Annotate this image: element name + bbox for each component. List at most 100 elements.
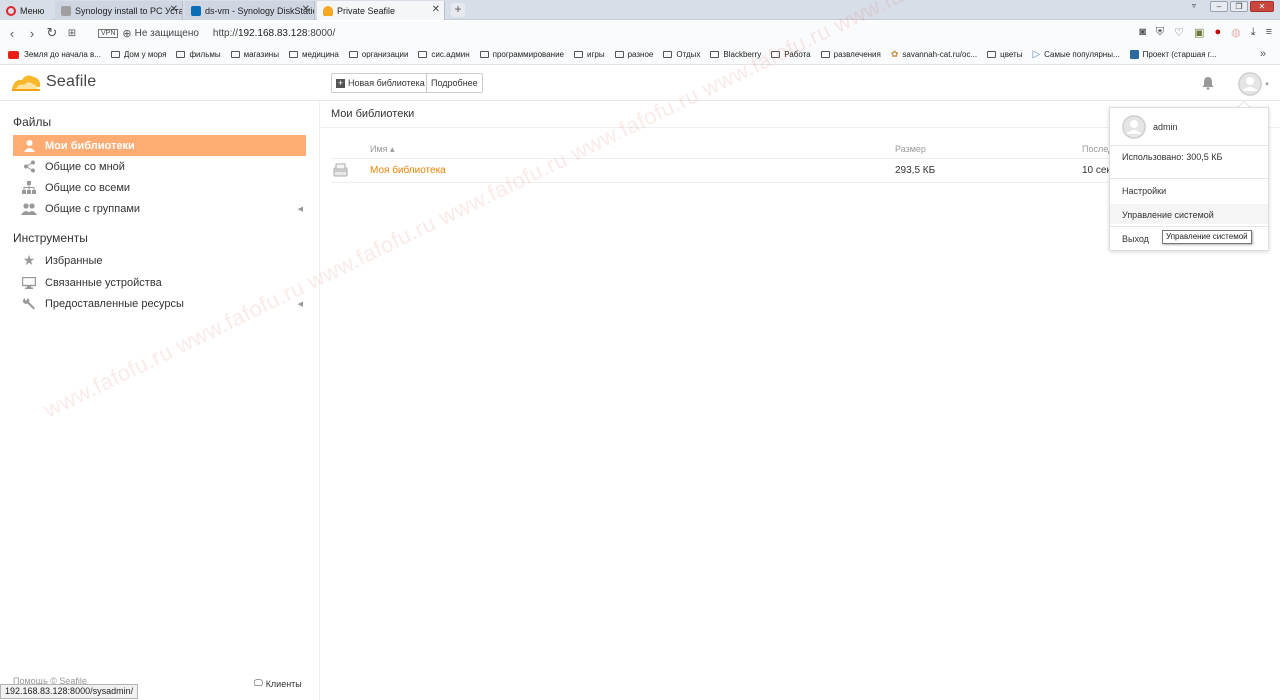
maximize-button[interactable]: ❐ [1230,1,1248,12]
sidebar-item-label: Общие с группами [45,202,141,215]
bookmark-label: Проект (старшая г... [1142,50,1217,59]
browser-tab-bar: Меню Synology install to PC Уста ✕ ds-vm… [0,0,1280,20]
bookmark-label: savannah-cat.ru/ос... [902,50,978,59]
column-header-name[interactable]: Имя ▴ [370,144,395,155]
user-avatar-button[interactable] [1238,72,1262,96]
folder-icon [176,51,186,58]
security-status[interactable]: Не защищено [135,28,199,39]
caret-left-icon[interactable]: ◀ [298,300,303,308]
tab-close-icon[interactable]: ✕ [170,4,178,15]
extension-icon[interactable]: ▣ [1194,26,1204,39]
tab-title: ds-vm - Synology DiskStatio [205,5,315,16]
bookmark-item[interactable]: Земля до начала в... [8,50,101,59]
tab-close-icon[interactable]: ✕ [302,4,310,15]
folder-icon [479,51,489,58]
bookmark-folder[interactable]: фильмы [176,50,221,59]
chevron-down-icon[interactable]: ▼ [1264,82,1270,88]
bookmark-folder[interactable]: магазины [230,50,279,59]
url-field[interactable]: http://192.168.83.128:8000/ [213,28,335,39]
bookmark-folder[interactable]: программирование [479,50,564,59]
tab-title: Synology install to PC Уста [75,5,183,16]
details-button[interactable]: Подробнее [426,73,483,93]
folder-icon [418,51,428,58]
logout-menu-item[interactable]: Выход [1122,234,1149,244]
browser-menu-button[interactable]: Меню [0,1,52,20]
sidebar-item-my-libraries[interactable]: Мои библиотеки [13,135,306,156]
new-tab-button[interactable]: + [451,3,465,17]
back-icon[interactable]: ‹ [2,26,22,41]
bookmark-folder[interactable]: цветы [987,50,1022,59]
heart-icon[interactable]: ♡ [1174,26,1184,39]
sidebar-item-linked-devices[interactable]: Связанные устройства [13,272,306,293]
folder-icon [288,51,298,58]
close-window-button[interactable]: ✕ [1250,1,1274,12]
opera-logo-icon [6,5,16,16]
system-admin-menu-item[interactable]: Управление системой [1122,210,1214,220]
bookmark-folder[interactable]: Отдых [663,50,700,59]
browser-tab-ds-vm[interactable]: ds-vm - Synology DiskStatio ✕ [185,1,315,20]
cat-paw-icon: ✿ [890,49,899,59]
tab-favicon-icon [61,5,71,16]
folder-icon [348,51,358,58]
bookmark-folder[interactable]: организации [348,50,408,59]
browser-tab-synology-install[interactable]: Synology install to PC Уста ✕ [55,1,183,20]
browser-tab-private-seafile[interactable]: Private Seafile ✕ [317,1,445,20]
seafile-logo[interactable]: Seafile [10,71,96,93]
youtube-icon [8,50,19,59]
minimize-button[interactable]: – [1210,1,1228,12]
tools-heading: Инструменты [13,231,88,245]
tab-favicon-icon [191,5,201,16]
sidebar-item-shared-resources[interactable]: Предоставленные ресурсы ◀ [13,293,306,314]
seafile-logo-icon [12,75,41,91]
monitor-icon [13,276,45,289]
bookmark-item[interactable]: ▷ Самые популярны... [1032,49,1119,60]
vpn-badge[interactable]: VPN [98,28,119,38]
bookmarks-more-icon[interactable]: » [1260,48,1266,60]
caret-left-icon[interactable]: ◀ [298,205,303,213]
files-heading: Файлы [13,115,52,129]
bookmark-folder[interactable]: разное [614,50,653,59]
download-icon[interactable]: ⤓ [1251,26,1256,39]
library-name-link[interactable]: Моя библиотека [370,165,446,176]
settings-menu-item[interactable]: Настройки [1122,186,1166,196]
new-library-button[interactable]: + Новая библиотека [331,73,430,93]
bookmark-folder[interactable]: Blackberry [710,50,761,59]
clients-link[interactable]: 🖵 Клиенты [254,678,302,689]
tab-menu-icon[interactable]: ▿ [1185,1,1203,12]
bell-icon[interactable] [1201,76,1215,90]
url-prefix: http:// [212,27,238,39]
bookmark-folder[interactable]: сис.админ [418,50,470,59]
bookmark-folder[interactable]: Дом у моря [110,50,166,59]
extension-icon-2[interactable]: ◍ [1231,26,1241,39]
camera-icon[interactable]: ◙ [1139,26,1146,39]
sidebar-item-favorites[interactable]: ★ Избранные [13,250,306,271]
new-library-label: Новая библиотека [348,78,425,88]
forward-icon[interactable]: › [22,26,42,41]
folder-icon [987,51,997,58]
tab-favicon-icon [323,5,333,16]
adblock-icon[interactable]: ● [1214,26,1221,39]
bookmark-item[interactable]: ✿ savannah-cat.ru/ос... [891,49,977,60]
monitor-icon: 🖵 [254,678,263,688]
avatar [1122,115,1146,139]
user-icon [13,139,45,152]
settings-menu-icon[interactable]: ≡ [1266,26,1272,39]
bookmark-folder[interactable]: Работа [771,50,811,59]
avatar-icon [1238,72,1262,96]
bookmarks-bar: Земля до начала в... Дом у моря фильмы м… [0,45,1280,65]
bookmark-folder[interactable]: медицина [288,50,339,59]
sidebar-item-shared-with-me[interactable]: Общие со мной [13,156,306,177]
bookmark-folder[interactable]: игры [573,50,605,59]
shield-icon[interactable]: ⛨ [1156,26,1164,39]
sidebar-item-label: Избранные [45,254,103,267]
sidebar-item-shared-with-groups[interactable]: Общие с группами ◀ [13,198,306,219]
bookmark-item[interactable]: Проект (старшая г... [1129,50,1217,59]
reload-icon[interactable]: ↻ [42,25,62,41]
bookmark-folder[interactable]: развлечения [820,50,881,59]
column-header-size[interactable]: Размер [895,144,926,154]
dropdown-divider [1110,226,1268,227]
folder-icon [710,51,720,58]
tab-close-icon[interactable]: ✕ [432,4,440,15]
sidebar-item-shared-with-all[interactable]: Общие со всеми [13,177,306,198]
speed-dial-icon[interactable]: ⊞ [62,28,82,39]
